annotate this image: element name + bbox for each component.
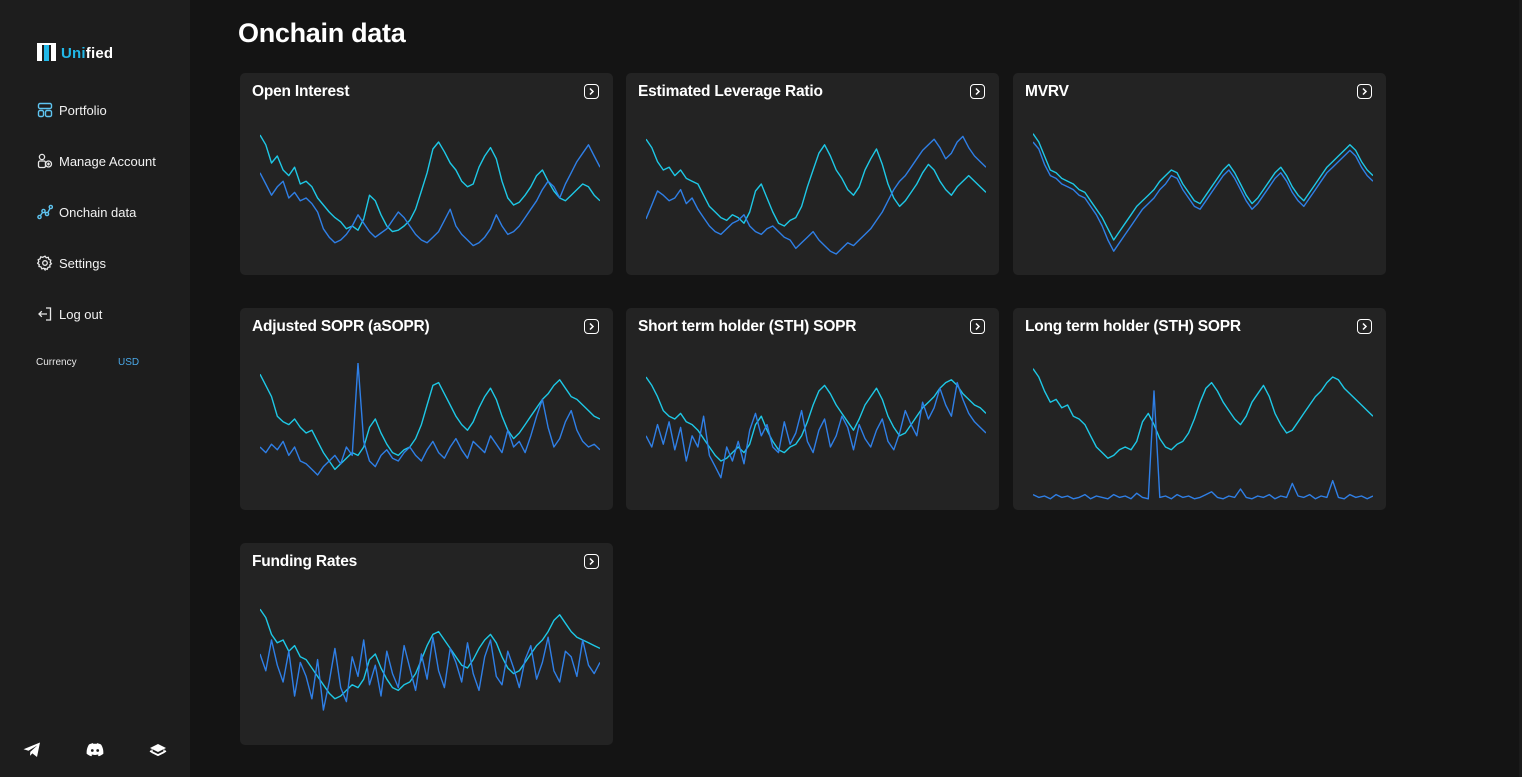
open-chart-button[interactable]	[584, 84, 599, 99]
chart-series-1	[260, 373, 600, 471]
docs-icon[interactable]	[148, 740, 168, 760]
card-title: Estimated Leverage Ratio	[638, 83, 823, 100]
chart-series-2	[1033, 141, 1373, 252]
line-chart	[646, 376, 986, 479]
chart-series-2	[260, 363, 600, 476]
line-chart	[1033, 368, 1373, 500]
sidebar-item-manage-account[interactable]: Manage Account	[37, 149, 156, 173]
chart-card-funding-rates[interactable]: Funding Rates	[240, 543, 613, 745]
page-title: Onchain data	[238, 18, 406, 48]
chart-series-2	[1033, 390, 1373, 500]
chevron-right-icon	[589, 557, 595, 566]
chart-series-1	[646, 376, 986, 462]
chart-series-2	[260, 636, 600, 711]
open-chart-button[interactable]	[1357, 319, 1372, 334]
line-chart	[260, 608, 600, 711]
card-title: Short term holder (STH) SOPR	[638, 318, 857, 335]
sidebar-item-label: Portfolio	[59, 102, 107, 118]
sidebar-item-portfolio[interactable]: Portfolio	[37, 98, 156, 122]
telegram-icon[interactable]	[22, 740, 42, 760]
sidebar-item-onchain-data[interactable]: Onchain data	[37, 200, 156, 224]
sidebar-item-logout[interactable]: Log out	[37, 302, 156, 326]
chevron-right-icon	[1362, 87, 1368, 96]
discord-icon[interactable]	[85, 740, 105, 760]
gear-icon	[37, 255, 53, 271]
brand-logo[interactable]: Unified	[36, 43, 113, 63]
line-chart	[260, 363, 600, 476]
card-title: MVRV	[1025, 83, 1069, 100]
chart-card-open-interest[interactable]: Open Interest	[240, 73, 613, 275]
chevron-right-icon	[1362, 322, 1368, 331]
brand-name-rest: fied	[85, 44, 114, 62]
brand-name: Unified	[61, 45, 113, 62]
chart-series-2	[646, 135, 986, 255]
sidebar-item-label: Onchain data	[59, 204, 137, 220]
chart-series-1	[1033, 133, 1373, 241]
chart-series-1	[260, 134, 600, 233]
sidebar-item-label: Log out	[59, 306, 103, 322]
card-title: Long term holder (STH) SOPR	[1025, 318, 1241, 335]
line-chart	[646, 135, 986, 255]
open-chart-button[interactable]	[584, 554, 599, 569]
card-title: Open Interest	[252, 83, 350, 100]
chart-card-estimated-leverage-ratio[interactable]: Estimated Leverage Ratio	[626, 73, 999, 275]
chevron-right-icon	[589, 87, 595, 96]
open-chart-button[interactable]	[970, 319, 985, 334]
sidebar-item-label: Settings	[59, 255, 106, 271]
line-chart	[1033, 133, 1373, 252]
currency-value[interactable]: USD	[118, 357, 139, 368]
manage-account-icon	[37, 153, 53, 169]
chart-card-mvrv[interactable]: MVRV	[1013, 73, 1386, 275]
chart-series-1	[1033, 368, 1373, 459]
line-chart	[260, 134, 600, 247]
open-chart-button[interactable]	[1357, 84, 1372, 99]
chart-card-lth-sopr[interactable]: Long term holder (STH) SOPR	[1013, 308, 1386, 510]
currency-label: Currency	[36, 357, 77, 368]
chart-card-adjusted-sopr[interactable]: Adjusted SOPR (aSOPR)	[240, 308, 613, 510]
logout-icon	[38, 307, 52, 321]
currency-setting: Currency USD	[36, 357, 139, 368]
onchain-icon	[37, 204, 53, 220]
chevron-right-icon	[975, 322, 981, 331]
sidebar-item-label: Manage Account	[59, 153, 156, 169]
open-chart-button[interactable]	[970, 84, 985, 99]
sidebar: Unified Portfolio Manage Account Onchain…	[0, 0, 190, 777]
portfolio-icon	[37, 102, 53, 118]
chevron-right-icon	[975, 87, 981, 96]
sidebar-nav: Portfolio Manage Account Onchain data Se…	[37, 98, 156, 353]
brand-name-accent: Uni	[61, 44, 86, 62]
chart-card-sth-sopr[interactable]: Short term holder (STH) SOPR	[626, 308, 999, 510]
open-chart-button[interactable]	[584, 319, 599, 334]
chart-series-1	[646, 138, 986, 227]
card-title: Adjusted SOPR (aSOPR)	[252, 318, 430, 335]
sidebar-item-settings[interactable]: Settings	[37, 251, 156, 275]
card-title: Funding Rates	[252, 553, 358, 570]
logo-icon	[37, 43, 56, 61]
chevron-right-icon	[589, 322, 595, 331]
sidebar-footer	[22, 740, 211, 760]
